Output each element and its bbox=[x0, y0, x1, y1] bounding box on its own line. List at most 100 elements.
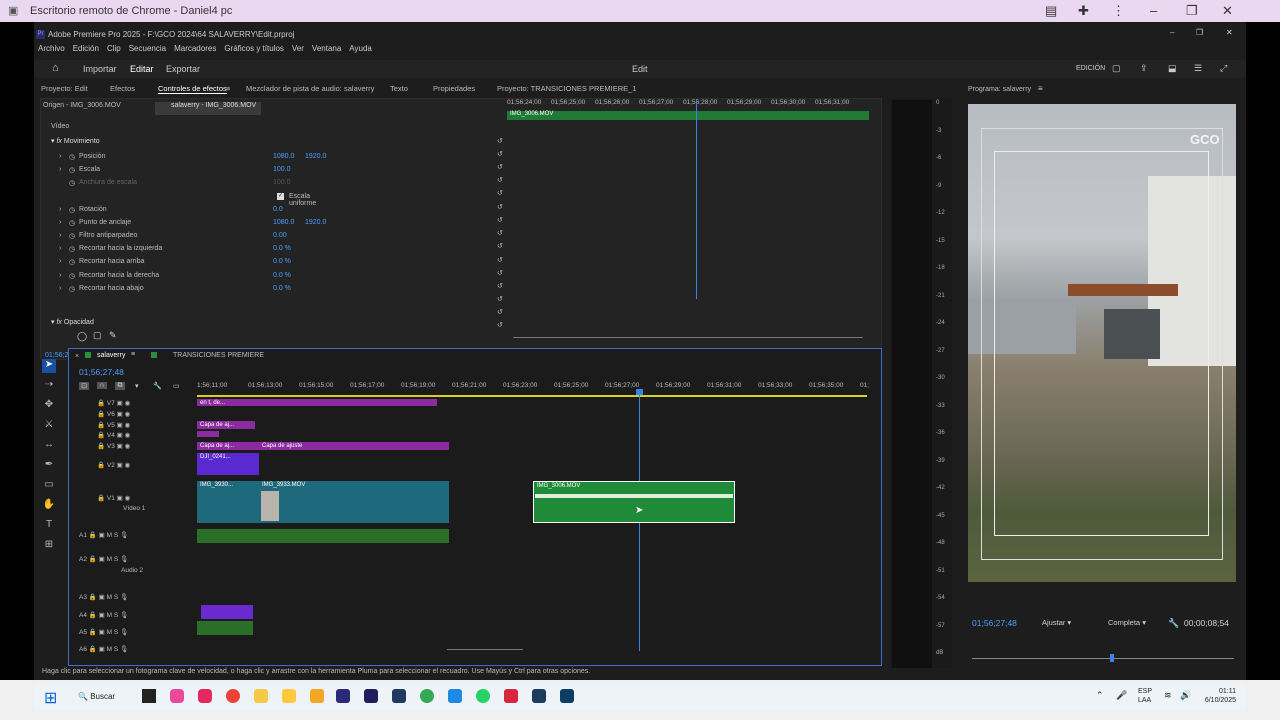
stopwatch-icon[interactable]: ◷ bbox=[69, 179, 75, 187]
lock-icon[interactable]: 🔒 bbox=[89, 646, 97, 653]
video-track-header[interactable]: 🔒 V2 ▣ ◉ bbox=[97, 461, 130, 469]
tab-properties[interactable]: Propiedades bbox=[433, 84, 475, 93]
menu-secuencia[interactable]: Secuencia bbox=[129, 44, 166, 56]
tab-project-edit[interactable]: Proyecto: Edit bbox=[41, 84, 88, 93]
audio-track-header[interactable]: A3 🔒 ▣ M S 🎙 bbox=[79, 593, 128, 601]
lock-icon[interactable]: 🔒 bbox=[97, 422, 105, 429]
workspace-mode[interactable]: EDICIÓN bbox=[1076, 65, 1105, 72]
sync-icon[interactable]: ▣ bbox=[99, 532, 105, 539]
sync-icon[interactable]: ▣ bbox=[117, 411, 123, 418]
whatsapp-icon[interactable] bbox=[476, 689, 490, 703]
chevron-right-icon[interactable]: › bbox=[59, 153, 61, 160]
ec-prop-value[interactable]: 0.00 bbox=[273, 232, 287, 239]
sync-icon[interactable]: ▣ bbox=[99, 646, 105, 653]
language-indicator[interactable]: ESP LAA bbox=[1138, 687, 1152, 705]
tab-effect-controls[interactable]: Controles de efectos bbox=[158, 84, 227, 94]
app-maximize-icon[interactable]: ❐ bbox=[1196, 28, 1203, 37]
linked-icon[interactable]: ⧉ bbox=[115, 382, 125, 390]
reset-icon[interactable]: ↺ bbox=[497, 150, 503, 158]
lock-icon[interactable]: 🔒 bbox=[97, 432, 105, 439]
tab-transiciones[interactable]: TRANSICIONES PREMIERE bbox=[173, 352, 264, 359]
chevron-right-icon[interactable]: › bbox=[59, 232, 61, 239]
minimize-icon[interactable]: – bbox=[1150, 3, 1157, 18]
mic-icon[interactable]: 🎙 bbox=[120, 612, 128, 619]
sync-icon[interactable]: ▣ bbox=[117, 495, 123, 502]
chevron-right-icon[interactable]: › bbox=[59, 245, 61, 252]
program-scrubber[interactable] bbox=[972, 658, 1234, 659]
playhead-handle[interactable] bbox=[636, 389, 643, 395]
audio-track-header[interactable]: A5 🔒 ▣ M S 🎙 bbox=[79, 628, 128, 636]
reset-icon[interactable]: ↺ bbox=[497, 308, 503, 316]
clip-v4[interactable] bbox=[197, 431, 219, 437]
lock-icon[interactable]: 🔒 bbox=[89, 629, 97, 636]
eye-icon[interactable]: ◉ bbox=[125, 411, 131, 418]
nest-icon[interactable]: ⊡ bbox=[79, 382, 89, 390]
chevron-right-icon[interactable]: › bbox=[59, 258, 61, 265]
timeline-timecode[interactable]: 01;56;27;48 bbox=[79, 367, 124, 377]
fit-dropdown[interactable]: Ajustar ▾ bbox=[1042, 618, 1071, 627]
chevron-right-icon[interactable]: › bbox=[59, 219, 61, 226]
hand-tool-icon[interactable]: ✋ bbox=[42, 499, 56, 513]
caption-tool-icon[interactable]: ⊞ bbox=[42, 539, 56, 553]
eye-icon[interactable]: ◉ bbox=[125, 422, 131, 429]
slip-icon[interactable]: ↔ bbox=[42, 439, 56, 453]
panel-menu-icon[interactable]: ☰ bbox=[1194, 63, 1202, 74]
clipboard-icon[interactable]: ▤ bbox=[1045, 3, 1057, 19]
timeline-settings-icon[interactable]: 🔧 bbox=[153, 382, 162, 390]
lock-icon[interactable]: 🔒 bbox=[97, 443, 105, 450]
reset-icon[interactable]: ↺ bbox=[497, 269, 503, 277]
stopwatch-icon[interactable]: ◷ bbox=[69, 258, 75, 266]
mic-icon[interactable]: 🎙 bbox=[120, 646, 128, 653]
workspace-icon[interactable]: ▢ bbox=[1112, 63, 1121, 74]
after-effects-icon[interactable] bbox=[364, 689, 378, 703]
tab-audio-mixer[interactable]: Mezclador de pista de audio: salaverry bbox=[246, 84, 374, 93]
eye-icon[interactable]: ◉ bbox=[125, 462, 131, 469]
export-tab[interactable]: Exportar bbox=[166, 64, 200, 74]
quality-dropdown[interactable]: Completa ▾ bbox=[1108, 618, 1146, 627]
type-tool-icon[interactable]: T bbox=[42, 519, 56, 533]
premiere-taskbar-icon[interactable] bbox=[336, 689, 350, 703]
reset-icon[interactable]: ↺ bbox=[497, 176, 503, 184]
wifi-icon[interactable]: ≋ bbox=[1164, 690, 1172, 701]
stopwatch-icon[interactable]: ◷ bbox=[69, 245, 75, 253]
clip-v3a[interactable]: Capa de aj... bbox=[197, 442, 259, 450]
maximize-icon[interactable]: ❐ bbox=[1186, 3, 1198, 19]
clip-v1b[interactable]: IMG_3933.MOV bbox=[259, 481, 449, 523]
photoshop-icon[interactable] bbox=[560, 689, 574, 703]
eye-icon[interactable]: ◉ bbox=[125, 443, 131, 450]
mic-icon[interactable]: 🎙 bbox=[120, 532, 128, 539]
video-track-header[interactable]: 🔒 V1 ▣ ◉ bbox=[97, 494, 130, 502]
sequence-clip-tab[interactable]: salaverry - IMG_3006.MOV bbox=[155, 102, 261, 115]
sync-icon[interactable]: ▣ bbox=[117, 432, 123, 439]
stopwatch-icon[interactable]: ◷ bbox=[69, 285, 75, 293]
mic-icon[interactable]: 🎙 bbox=[120, 556, 128, 563]
reset-icon[interactable]: ↺ bbox=[497, 216, 503, 224]
rectangle-tool-icon[interactable]: ▭ bbox=[42, 479, 56, 493]
add-marker-icon[interactable]: ▾ bbox=[135, 382, 139, 390]
sync-icon[interactable]: ▣ bbox=[99, 629, 105, 636]
reset-icon[interactable]: ↺ bbox=[497, 229, 503, 237]
program-menu-icon[interactable]: ≡ bbox=[1038, 84, 1043, 93]
clip-v1a[interactable]: IMG_3930... bbox=[197, 481, 259, 523]
reset-icon[interactable]: ↺ bbox=[497, 189, 503, 197]
import-tab[interactable]: Importar bbox=[83, 64, 117, 74]
fullscreen-icon[interactable]: ⤢ bbox=[1220, 63, 1227, 74]
sync-icon[interactable]: ▣ bbox=[99, 612, 105, 619]
ec-prop-value[interactable]: 1080.0 bbox=[273, 219, 294, 226]
razor-icon[interactable]: ⚔ bbox=[42, 419, 56, 433]
reset-icon[interactable]: ↺ bbox=[497, 163, 503, 171]
clock[interactable]: 01:11 6/10/2025 bbox=[1198, 687, 1236, 705]
lock-icon[interactable]: 🔒 bbox=[89, 594, 97, 601]
ec-prop-value[interactable]: 0.0 % bbox=[273, 258, 291, 265]
work-area-bar[interactable] bbox=[197, 395, 867, 397]
app-minimize-icon[interactable]: – bbox=[1170, 28, 1174, 37]
program-timecode[interactable]: 01;56;27;48 bbox=[972, 618, 1017, 628]
mic-icon[interactable]: 🎙 bbox=[120, 594, 128, 601]
reset-icon[interactable]: ↺ bbox=[497, 295, 503, 303]
taskbar-search[interactable]: 🔍 Buscar bbox=[78, 688, 126, 706]
lock-icon[interactable]: 🔒 bbox=[97, 400, 105, 407]
snap-icon[interactable]: ∩ bbox=[97, 382, 107, 389]
selection-tool-icon[interactable]: ➤ bbox=[42, 359, 56, 373]
timeline-scrollbar[interactable] bbox=[147, 647, 587, 653]
tray-chevron-icon[interactable]: ⌃ bbox=[1096, 690, 1104, 701]
